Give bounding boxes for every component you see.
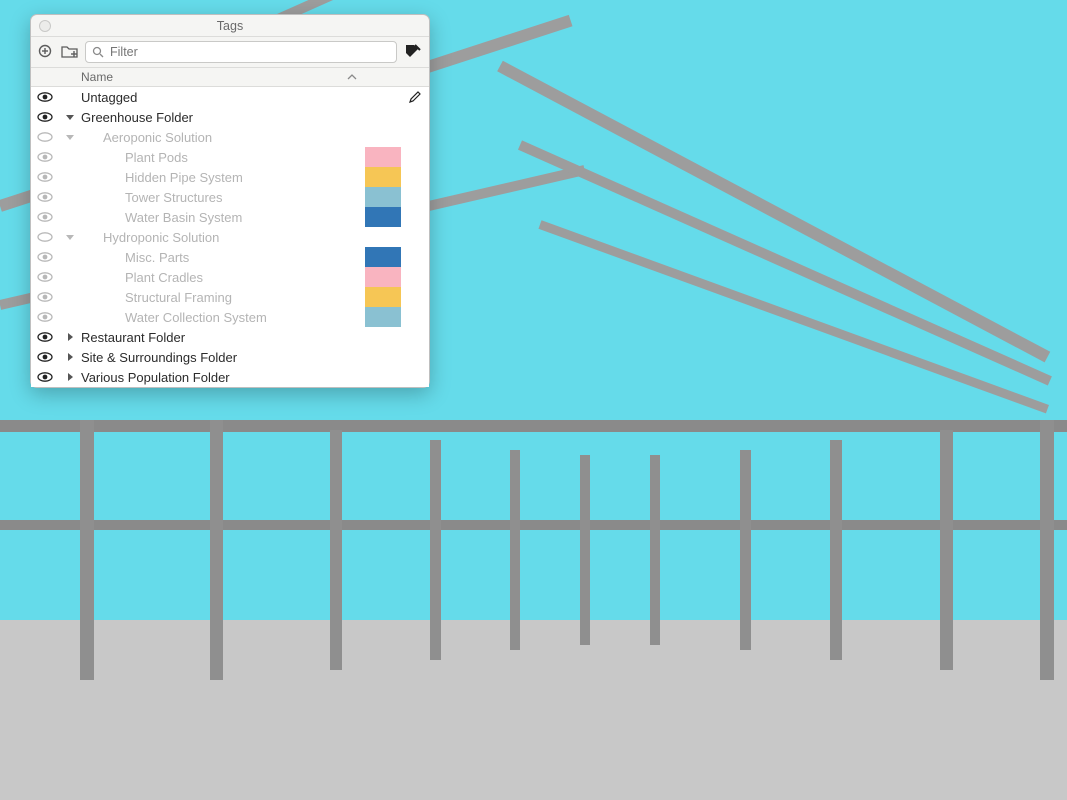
- color-swatch[interactable]: [365, 307, 401, 327]
- tag-row[interactable]: Tower Structures: [31, 187, 429, 207]
- color-swatch: [365, 367, 401, 387]
- tag-list: Untagged Greenhouse Folder Aeroponic Solut…: [31, 87, 429, 387]
- tag-label: Structural Framing: [81, 290, 232, 305]
- column-header-row: Name: [31, 67, 429, 87]
- search-field[interactable]: [85, 41, 397, 63]
- color-swatch[interactable]: [365, 287, 401, 307]
- sort-ascending-icon: [347, 72, 357, 82]
- tag-label: Hidden Pipe System: [81, 170, 243, 185]
- visibility-toggle[interactable]: [31, 251, 59, 263]
- search-input[interactable]: [110, 45, 390, 59]
- visibility-toggle[interactable]: [31, 191, 59, 203]
- visibility-toggle[interactable]: [31, 371, 59, 383]
- visibility-toggle[interactable]: [31, 91, 59, 103]
- tag-label: Water Basin System: [81, 210, 242, 225]
- tag-row[interactable]: Hydroponic Solution: [31, 227, 429, 247]
- color-swatch: [365, 347, 401, 367]
- color-swatch[interactable]: [365, 207, 401, 227]
- color-swatch[interactable]: [365, 247, 401, 267]
- tag-row[interactable]: Greenhouse Folder: [31, 107, 429, 127]
- visibility-toggle[interactable]: [31, 211, 59, 223]
- color-swatch[interactable]: [365, 187, 401, 207]
- tag-row[interactable]: Various Population Folder: [31, 367, 429, 387]
- panel-toolbar: [31, 37, 429, 67]
- expand-toggle[interactable]: [59, 332, 81, 342]
- visibility-toggle[interactable]: [31, 151, 59, 163]
- tag-label: Various Population Folder: [81, 370, 230, 385]
- color-swatch: [365, 227, 401, 247]
- tag-label: Untagged: [81, 90, 137, 105]
- visibility-toggle[interactable]: [31, 111, 59, 123]
- tags-panel: Tags Name: [30, 14, 430, 388]
- tag-label: Restaurant Folder: [81, 330, 185, 345]
- tag-row[interactable]: Plant Cradles: [31, 267, 429, 287]
- color-swatch[interactable]: [365, 147, 401, 167]
- tag-label: Plant Cradles: [81, 270, 203, 285]
- panel-title: Tags: [217, 19, 243, 33]
- tag-label: Site & Surroundings Folder: [81, 350, 237, 365]
- close-icon[interactable]: [39, 20, 51, 32]
- visibility-toggle[interactable]: [31, 231, 59, 243]
- visibility-toggle[interactable]: [31, 291, 59, 303]
- color-swatch: [365, 127, 401, 147]
- edit-button[interactable]: [401, 90, 429, 104]
- tag-label: Misc. Parts: [81, 250, 189, 265]
- tag-row[interactable]: Aeroponic Solution: [31, 127, 429, 147]
- expand-toggle[interactable]: [59, 132, 81, 142]
- color-swatch: [365, 107, 401, 127]
- tag-row[interactable]: Untagged: [31, 87, 429, 107]
- tag-row[interactable]: Structural Framing: [31, 287, 429, 307]
- tag-row[interactable]: Misc. Parts: [31, 247, 429, 267]
- visibility-toggle[interactable]: [31, 351, 59, 363]
- tag-label: Hydroponic Solution: [81, 230, 219, 245]
- tag-label: Plant Pods: [81, 150, 188, 165]
- color-swatch[interactable]: [365, 167, 401, 187]
- tag-row[interactable]: Hidden Pipe System: [31, 167, 429, 187]
- name-column-header[interactable]: Name: [81, 70, 365, 84]
- expand-toggle[interactable]: [59, 232, 81, 242]
- tag-label: Aeroponic Solution: [81, 130, 212, 145]
- search-icon: [92, 46, 104, 58]
- visibility-toggle[interactable]: [31, 171, 59, 183]
- tag-label: Tower Structures: [81, 190, 223, 205]
- tag-label: Greenhouse Folder: [81, 110, 193, 125]
- tag-row[interactable]: Plant Pods: [31, 147, 429, 167]
- color-swatch: [365, 87, 401, 107]
- color-swatch: [365, 327, 401, 347]
- expand-toggle[interactable]: [59, 112, 81, 122]
- details-button[interactable]: [403, 42, 423, 62]
- tag-row[interactable]: Site & Surroundings Folder: [31, 347, 429, 367]
- add-folder-button[interactable]: [61, 43, 79, 61]
- tag-row[interactable]: Water Basin System: [31, 207, 429, 227]
- visibility-toggle[interactable]: [31, 331, 59, 343]
- panel-titlebar[interactable]: Tags: [31, 15, 429, 37]
- tag-label: Water Collection System: [81, 310, 267, 325]
- tag-row[interactable]: Water Collection System: [31, 307, 429, 327]
- visibility-toggle[interactable]: [31, 131, 59, 143]
- color-swatch[interactable]: [365, 267, 401, 287]
- add-tag-button[interactable]: [37, 43, 55, 61]
- visibility-toggle[interactable]: [31, 271, 59, 283]
- tag-row[interactable]: Restaurant Folder: [31, 327, 429, 347]
- visibility-toggle[interactable]: [31, 311, 59, 323]
- expand-toggle[interactable]: [59, 372, 81, 382]
- expand-toggle[interactable]: [59, 352, 81, 362]
